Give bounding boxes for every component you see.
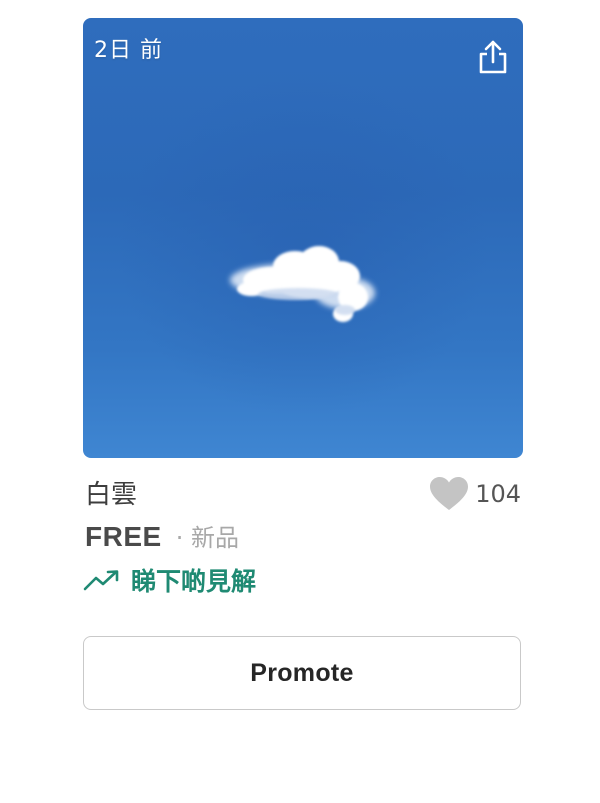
promote-label: Promote: [250, 658, 354, 687]
promote-button[interactable]: Promote: [83, 636, 521, 710]
price-row: FREE · 新品: [83, 518, 523, 558]
trending-up-icon: [83, 570, 119, 591]
listing-card[interactable]: 2日 前 白雲 104 FREE · 新品 睇下啲見解: [83, 18, 523, 600]
condition-label: · 新品: [175, 524, 239, 552]
item-title: 白雲: [85, 480, 138, 510]
posted-time-label: 2日 前: [94, 38, 163, 63]
listing-photo[interactable]: 2日 前: [83, 18, 523, 458]
like-button[interactable]: 104: [429, 476, 521, 512]
share-icon: [479, 40, 507, 74]
title-row: 白雲 104: [83, 470, 523, 514]
cloud-photo-image: [230, 246, 375, 322]
insights-link[interactable]: 睇下啲見解: [83, 560, 523, 600]
like-count: 104: [475, 480, 521, 508]
price-label: FREE: [85, 521, 162, 552]
heart-icon: [430, 477, 469, 510]
share-button[interactable]: [475, 38, 511, 76]
insights-label: 睇下啲見解: [131, 567, 257, 596]
